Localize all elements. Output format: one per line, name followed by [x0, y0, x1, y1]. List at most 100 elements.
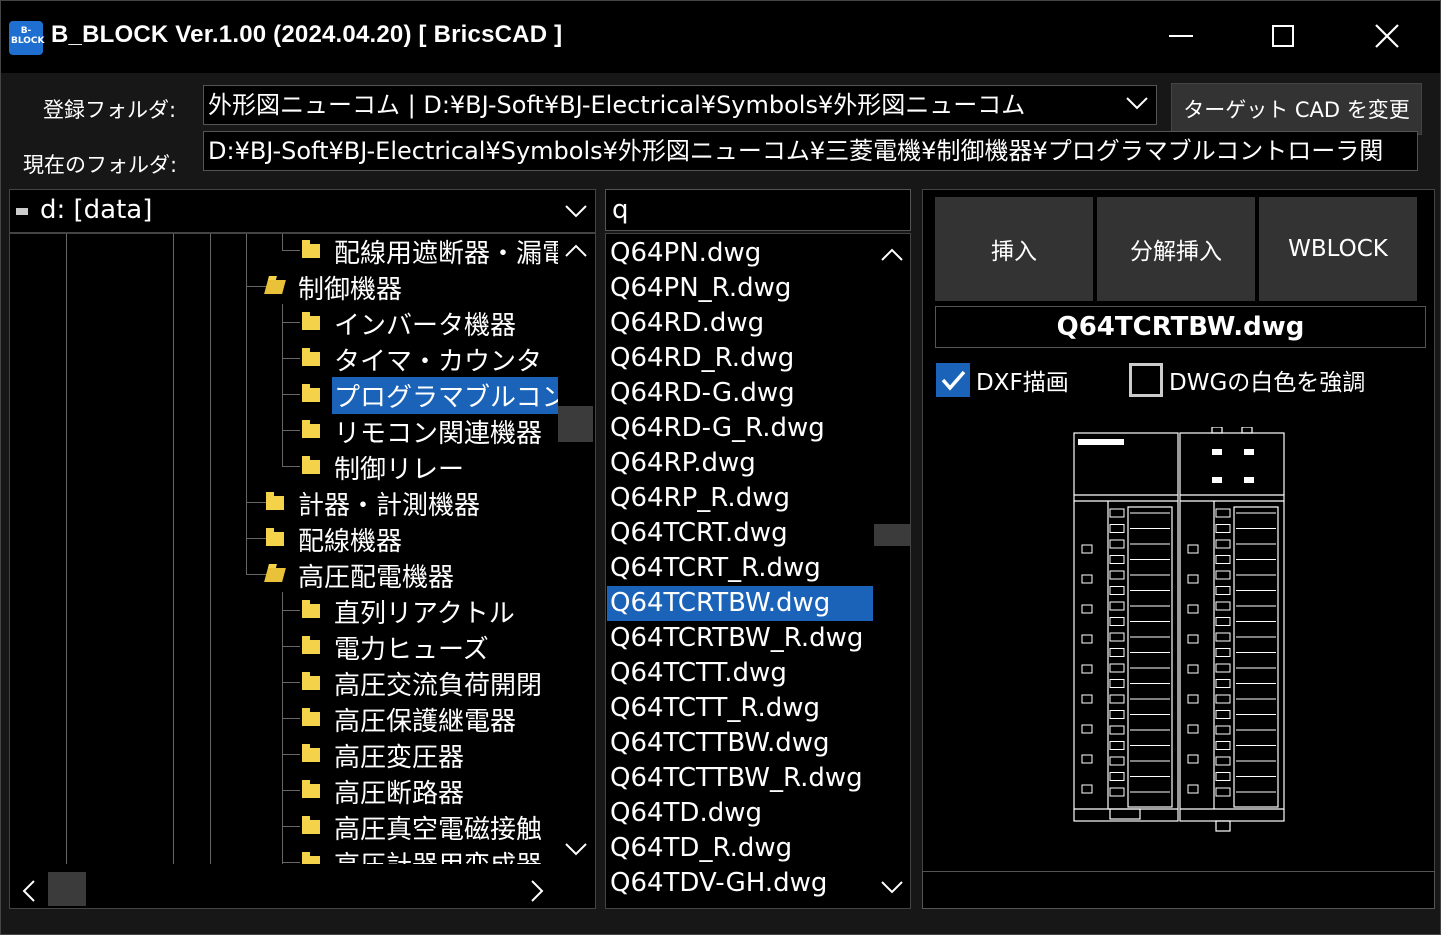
tree-node[interactable]: 高圧変圧器 — [302, 738, 466, 773]
folder-icon — [302, 816, 320, 834]
wblock-button[interactable]: WBLOCK — [1259, 197, 1417, 301]
file-list-item[interactable]: Q64TCTTBW_R.dwg — [607, 761, 873, 796]
tree-node[interactable]: 配線機器 — [266, 522, 404, 557]
dxf-render-label: DXF描画 — [976, 370, 1069, 396]
tree-node[interactable]: タイマ・カウンタ — [302, 342, 544, 377]
maximize-button[interactable] — [1243, 11, 1323, 61]
file-list-item[interactable]: Q64RD-G_R.dwg — [607, 411, 873, 446]
tree-node[interactable]: 配線用遮断器・漏電 — [302, 234, 558, 269]
folder-icon — [302, 384, 320, 402]
folder-icon — [266, 492, 284, 510]
explode-insert-button[interactable]: 分解挿入 — [1097, 197, 1255, 301]
folder-open-icon — [264, 280, 286, 294]
tree-horizontal-scrollbar[interactable] — [10, 868, 558, 908]
chevron-down-icon — [565, 205, 587, 218]
chevron-left-icon[interactable] — [22, 880, 36, 902]
folder-icon — [302, 600, 320, 618]
drive-combo[interactable]: d: [data] — [9, 189, 596, 233]
tree-node[interactable]: リモコン関連機器 — [302, 414, 544, 449]
folder-icon — [266, 528, 284, 546]
insert-button[interactable]: 挿入 — [935, 197, 1093, 301]
file-list-item[interactable]: Q64RD.dwg — [607, 306, 873, 341]
file-list-item[interactable]: Q64TCRTBW_R.dwg — [607, 621, 873, 656]
close-icon — [1375, 24, 1399, 48]
minimize-button[interactable] — [1141, 11, 1221, 61]
file-list[interactable]: Q64PN.dwg Q64PN_R.dwg Q64RD.dwg Q64RD_R.… — [605, 233, 911, 909]
file-list-item[interactable]: Q64TDV-GH.dwg — [607, 866, 873, 901]
tree-node[interactable]: 計器・計測機器 — [266, 486, 482, 521]
dxf-render-checkbox[interactable]: DXF描画 — [936, 363, 1069, 397]
file-list-item[interactable]: Q64RP_R.dwg — [607, 481, 873, 516]
tree-node[interactable]: 制御リレー — [302, 450, 466, 485]
tree-node[interactable]: 高圧計器用変成器 — [302, 846, 544, 864]
tree-node-selected[interactable]: プログラマブルコントロ — [302, 376, 558, 414]
tree-node[interactable]: 直列リアクトル — [302, 594, 517, 629]
change-target-cad-button[interactable]: ターゲット CAD を変更 — [1171, 83, 1422, 135]
file-list-item[interactable]: Q64TCTT_R.dwg — [607, 691, 873, 726]
file-list-item[interactable]: Q64RD_R.dwg — [607, 341, 873, 376]
tree-viewport: 配線用遮断器・漏電 制御機器 インバータ機器 タイマ・カウンタ プログラマブルコ… — [10, 234, 558, 864]
file-list-item-selected[interactable]: Q64TCRTBW.dwg — [607, 586, 873, 621]
file-list-item[interactable]: Q64PN.dwg — [607, 236, 873, 271]
chevron-down-icon — [1126, 97, 1148, 110]
dwg-white-emphasis-checkbox[interactable]: DWGの白色を強調 — [1129, 363, 1365, 397]
dwg-white-emphasis-label: DWGの白色を強調 — [1169, 370, 1366, 396]
folder-icon — [302, 636, 320, 654]
checkbox-checked-icon — [936, 363, 970, 397]
folder-icon — [302, 348, 320, 366]
checkbox-unchecked-icon — [1129, 363, 1163, 397]
drawing-preview — [1072, 426, 1289, 838]
file-list-item[interactable]: Q64TCTT.dwg — [607, 656, 873, 691]
tree-node[interactable]: 高圧断路器 — [302, 774, 466, 809]
search-input[interactable]: q — [605, 189, 911, 231]
chevron-down-icon[interactable] — [881, 880, 903, 894]
tree-node[interactable]: 電力ヒューズ — [302, 630, 491, 665]
chevron-right-icon[interactable] — [530, 880, 544, 902]
window-title: B_BLOCK Ver.1.00 (2024.04.20) [ BricsCAD… — [51, 21, 563, 48]
folder-icon — [302, 744, 320, 762]
file-list-scroll-thumb[interactable] — [874, 524, 910, 546]
file-list-item[interactable]: Q64TCTTBW.dwg — [607, 726, 873, 761]
plc-module-drawing — [1073, 426, 1285, 832]
tree-node[interactable]: インバータ機器 — [302, 306, 518, 341]
drive-icon — [16, 208, 28, 215]
chevron-down-icon[interactable] — [565, 842, 587, 856]
file-list-item[interactable]: Q64TD_R.dwg — [607, 831, 873, 866]
drive-label: d: [data] — [40, 195, 153, 225]
tree-node[interactable]: 高圧真空電磁接触 — [302, 810, 544, 845]
folder-tree[interactable]: 配線用遮断器・漏電 制御機器 インバータ機器 タイマ・カウンタ プログラマブルコ… — [9, 233, 596, 909]
registered-folder-combo[interactable]: 外形図ニューコム | D:¥BJ-Soft¥BJ-Electrical¥Symb… — [203, 85, 1157, 125]
minimize-icon — [1169, 35, 1193, 37]
folder-open-icon — [264, 568, 286, 582]
tree-vertical-scrollbar[interactable] — [558, 234, 595, 864]
folder-icon — [302, 708, 320, 726]
maximize-icon — [1272, 25, 1294, 47]
file-list-item[interactable]: Q64RD-G.dwg — [607, 376, 873, 411]
close-button[interactable] — [1347, 11, 1427, 61]
file-list-scrollbar[interactable] — [874, 234, 910, 908]
tree-node[interactable]: 高圧交流負荷開閉 — [302, 666, 544, 701]
chevron-up-icon[interactable] — [565, 244, 587, 258]
registered-folder-value: 外形図ニューコム | D:¥BJ-Soft¥BJ-Electrical¥Symb… — [208, 91, 1026, 119]
status-bar — [922, 871, 1435, 909]
file-list-item[interactable]: Q64TD.dwg — [607, 796, 873, 831]
folder-icon — [302, 420, 320, 438]
title-bar[interactable]: B- BLOCK B_BLOCK Ver.1.00 (2024.04.20) [ … — [1, 1, 1440, 73]
tree-scroll-thumb[interactable] — [558, 406, 593, 442]
file-list-item[interactable]: Q64PN_R.dwg — [607, 271, 873, 306]
app-window: B- BLOCK B_BLOCK Ver.1.00 (2024.04.20) [ … — [0, 0, 1441, 935]
file-list-item[interactable]: Q64TCRT.dwg — [607, 516, 873, 551]
current-folder-field[interactable]: D:¥BJ-Soft¥BJ-Electrical¥Symbols¥外形図ニューコ… — [203, 131, 1418, 171]
file-list-item[interactable]: Q64TCRT_R.dwg — [607, 551, 873, 586]
chevron-up-icon[interactable] — [881, 248, 903, 262]
folder-icon — [302, 780, 320, 798]
tree-node[interactable]: 高圧配電機器 — [264, 558, 456, 593]
tree-node[interactable]: 制御機器 — [264, 270, 404, 305]
folder-icon — [302, 312, 320, 330]
tree-hscroll-thumb[interactable] — [48, 872, 86, 906]
app-icon: B- BLOCK — [9, 21, 45, 55]
file-list-item[interactable]: Q64RP.dwg — [607, 446, 873, 481]
registered-folder-label: 登録フォルダ: — [43, 98, 177, 122]
tree-node[interactable]: 高圧保護継電器 — [302, 702, 518, 737]
folder-icon — [302, 456, 320, 474]
